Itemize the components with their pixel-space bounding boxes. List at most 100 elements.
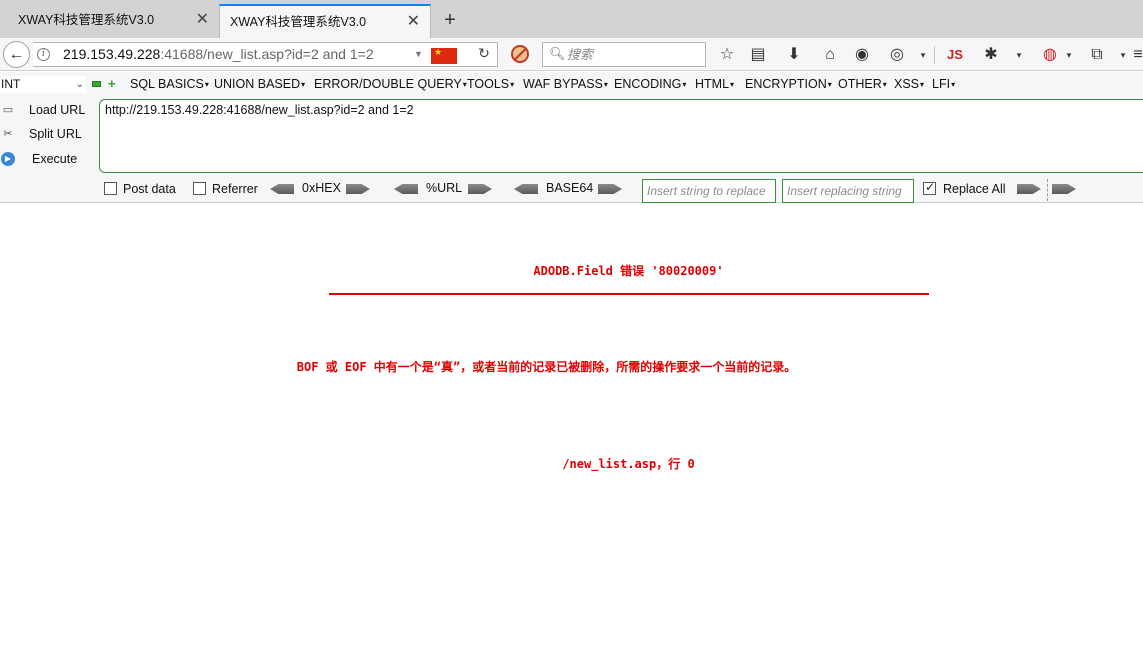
url-decode-arrow-icon[interactable] bbox=[394, 184, 418, 194]
error-location: /new_list.asp，行 0 bbox=[562, 457, 695, 471]
reading-list-icon[interactable]: ▤ bbox=[747, 44, 769, 66]
button-label: Execute bbox=[32, 152, 78, 166]
tab-title: XWAY科技管理系统V3.0 bbox=[18, 13, 155, 27]
referrer-label: Referrer bbox=[212, 182, 258, 196]
bug-icon[interactable]: ✱ bbox=[980, 44, 1002, 66]
urlencode-label: %URL bbox=[426, 181, 463, 195]
play-icon: ▶ bbox=[1, 152, 15, 166]
menu-union-based[interactable]: UNION BASED▾ bbox=[214, 77, 305, 91]
menu-error-double-query[interactable]: ERROR/DOUBLE QUERY▾ bbox=[314, 77, 467, 91]
replacing-string-input[interactable] bbox=[782, 179, 914, 203]
bug-dropdown-icon[interactable]: ▾ bbox=[1008, 44, 1030, 66]
tab-title: XWAY科技管理系统V3.0 bbox=[230, 15, 367, 29]
decrease-icon[interactable] bbox=[92, 81, 101, 87]
menu-label: WAF BYPASS bbox=[523, 77, 603, 91]
hackbar-panel: ▭ Load URL ✂ Split URL ▶ Execute Post da… bbox=[0, 97, 1143, 203]
menu-label: ENCODING bbox=[614, 77, 682, 91]
shield-dropdown-icon[interactable]: ▾ bbox=[1058, 44, 1080, 66]
page-content: ADODB.Field 错误 '80020009' BOF 或 EOF 中有一个… bbox=[0, 204, 1143, 669]
replace-reverse-arrow-icon[interactable] bbox=[1052, 184, 1076, 194]
menu-xss[interactable]: XSS▾ bbox=[894, 77, 924, 91]
url-history-dropdown-icon[interactable]: ▼ bbox=[414, 49, 423, 59]
split-url-button[interactable]: ✂ Split URL bbox=[0, 123, 95, 145]
home-icon[interactable]: ⌂ bbox=[819, 44, 841, 66]
menu-lfi[interactable]: LFI▾ bbox=[932, 77, 955, 91]
overflow-menu-icon[interactable]: ≡ bbox=[1127, 44, 1143, 66]
tab-2-active[interactable]: XWAY科技管理系统V3.0 ✕ bbox=[219, 4, 431, 38]
bookmark-star-icon[interactable]: ☆ bbox=[716, 44, 738, 66]
base64-decode-arrow-icon[interactable] bbox=[514, 184, 538, 194]
error-description: BOF 或 EOF 中有一个是“真”，或者当前的记录已被删除，所需的操作要求一个… bbox=[296, 360, 797, 374]
tab-strip: XWAY科技管理系统V3.0 ✕ XWAY科技管理系统V3.0 ✕ + bbox=[0, 0, 1143, 38]
execute-button[interactable]: ▶ Execute bbox=[0, 148, 95, 170]
menu-html[interactable]: HTML▾ bbox=[695, 77, 734, 91]
base64-label: BASE64 bbox=[546, 181, 594, 195]
search-input[interactable] bbox=[567, 46, 697, 64]
button-label: Load URL bbox=[29, 103, 86, 117]
menu-label: HTML bbox=[695, 77, 730, 91]
search-icon: 🔍︎ bbox=[549, 46, 566, 61]
back-arrow-icon[interactable]: ← bbox=[3, 41, 30, 68]
search-box[interactable]: 🔍︎ bbox=[542, 42, 706, 67]
tab-1[interactable]: XWAY科技管理系统V3.0 ✕ bbox=[0, 4, 219, 38]
url-path: :41688/new_list.asp?id=2 and 1=2 bbox=[160, 46, 374, 62]
hex-label: 0xHEX bbox=[302, 181, 341, 195]
close-tab-icon[interactable]: ✕ bbox=[407, 6, 420, 38]
china-flag-icon[interactable]: ★ bbox=[431, 47, 457, 64]
base64-encode-arrow-icon[interactable] bbox=[598, 184, 622, 194]
info-icon[interactable]: i bbox=[37, 48, 50, 61]
menu-label: TOOLS bbox=[467, 77, 510, 91]
menu-label: ENCRYPTION bbox=[745, 77, 827, 91]
hex-encode-arrow-icon[interactable] bbox=[346, 184, 370, 194]
download-icon[interactable]: ⬇ bbox=[783, 44, 805, 66]
menu-label: XSS bbox=[894, 77, 920, 91]
menu-label: UNION BASED bbox=[214, 77, 301, 91]
menu-sql-basics[interactable]: SQL BASICS▾ bbox=[130, 77, 209, 91]
toolbar-divider bbox=[934, 46, 935, 64]
palette-dropdown-icon[interactable]: ▾ bbox=[912, 44, 934, 66]
error-divider bbox=[329, 293, 929, 295]
close-tab-icon[interactable]: ✕ bbox=[196, 4, 209, 36]
hackbar-menu: INT ⌄ + SQL BASICS▾ UNION BASED▾ ERROR/D… bbox=[0, 72, 1143, 97]
noscript-blocked-icon[interactable] bbox=[511, 45, 529, 63]
menu-encryption[interactable]: ENCRYPTION▾ bbox=[745, 77, 832, 91]
menu-other[interactable]: OTHER▾ bbox=[838, 77, 887, 91]
mode-value: INT bbox=[1, 77, 21, 91]
menu-encoding[interactable]: ENCODING▾ bbox=[614, 77, 686, 91]
hex-decode-arrow-icon[interactable] bbox=[270, 184, 294, 194]
post-data-label: Post data bbox=[123, 182, 176, 196]
js-toggle-icon[interactable]: JS bbox=[944, 44, 966, 66]
scissors-icon: ✂ bbox=[3, 128, 13, 140]
hackbar-url-input[interactable] bbox=[99, 99, 1143, 173]
url-encode-arrow-icon[interactable] bbox=[468, 184, 492, 194]
replace-all-checkbox[interactable] bbox=[923, 180, 936, 195]
menu-tools[interactable]: TOOLS▾ bbox=[467, 77, 514, 91]
load-url-icon: ▭ bbox=[2, 104, 14, 116]
error-title: ADODB.Field 错误 '80020009' bbox=[533, 264, 724, 278]
menu-waf-bypass[interactable]: WAF BYPASS▾ bbox=[523, 77, 608, 91]
copy-window-icon[interactable]: ⧉ bbox=[1086, 44, 1108, 66]
extension-gray-icon[interactable]: ◉ bbox=[851, 44, 873, 66]
hackbar-mode-select[interactable]: INT ⌄ bbox=[0, 76, 86, 93]
chevron-down-icon: ⌄ bbox=[75, 79, 84, 90]
replace-arrow-icon[interactable] bbox=[1017, 184, 1041, 194]
load-url-button[interactable]: ▭ Load URL bbox=[0, 99, 95, 121]
address-text[interactable]: 219.153.49.228:41688/new_list.asp?id=2 a… bbox=[63, 46, 374, 62]
menu-label: LFI bbox=[932, 77, 951, 91]
replace-all-label: Replace All bbox=[943, 182, 1006, 196]
color-palette-icon[interactable]: ◎ bbox=[886, 44, 908, 66]
menu-label: ERROR/DOUBLE QUERY bbox=[314, 77, 462, 91]
button-label: Split URL bbox=[29, 127, 82, 141]
increase-icon[interactable]: + bbox=[108, 77, 116, 91]
menu-label: OTHER bbox=[838, 77, 882, 91]
address-bar[interactable]: i 219.153.49.228:41688/new_list.asp?id=2… bbox=[33, 42, 498, 67]
referrer-checkbox[interactable] bbox=[193, 182, 206, 195]
menu-label: SQL BASICS bbox=[130, 77, 204, 91]
replace-string-input[interactable] bbox=[642, 179, 776, 203]
url-host: 219.153.49.228 bbox=[63, 46, 161, 62]
options-divider bbox=[1047, 179, 1048, 201]
hackbar-options: Post data Referrer 0xHEX %URL BASE64 Rep… bbox=[0, 176, 1143, 203]
new-tab-plus-icon[interactable]: + bbox=[440, 6, 460, 34]
post-data-checkbox[interactable] bbox=[104, 182, 117, 195]
reload-icon[interactable]: ↻ bbox=[473, 45, 495, 65]
